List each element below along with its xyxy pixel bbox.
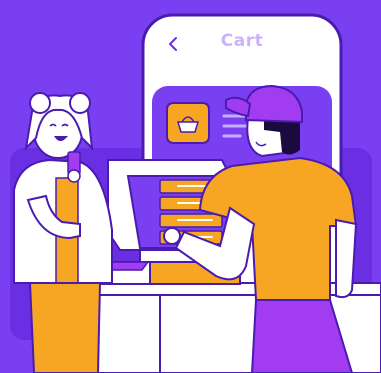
checkout-illustration: Cart bbox=[0, 0, 381, 373]
illustration-svg bbox=[10, 13, 381, 373]
page-title: Cart bbox=[220, 31, 264, 51]
shopping-basket-icon[interactable] bbox=[166, 102, 210, 144]
